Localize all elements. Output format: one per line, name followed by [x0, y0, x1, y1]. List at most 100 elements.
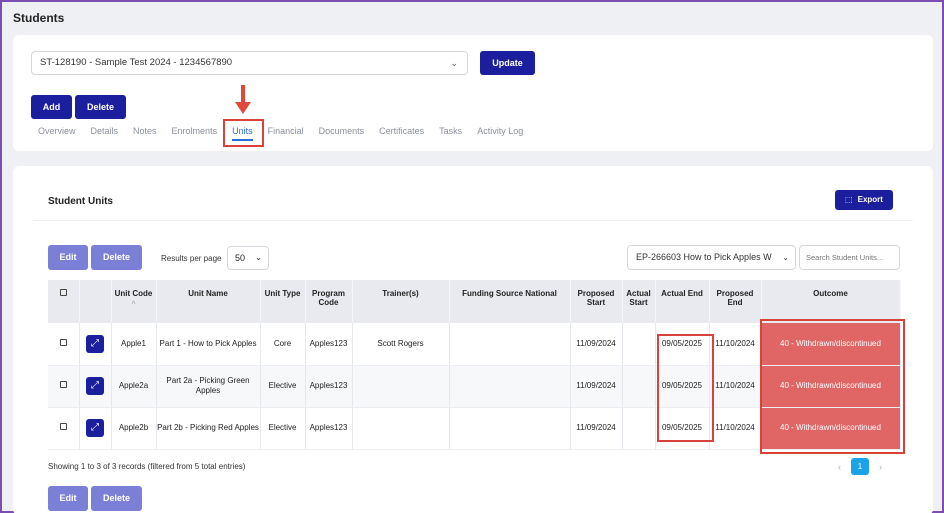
expand-cell: ⤢ — [79, 323, 112, 366]
unit-name-cell: Part 2b - Picking Red Apples — [156, 407, 261, 450]
row-checkbox[interactable] — [59, 338, 67, 346]
student-header-card: ST-128190 - Sample Test 2024 - 123456789… — [13, 35, 933, 151]
sort-icon: ^ — [131, 301, 136, 308]
program-select-value: EP-266603 How to Pick Apples W — [636, 252, 772, 262]
export-icon: ⬚ — [845, 195, 853, 204]
expand-cell: ⤢ — [79, 407, 112, 450]
unit-code-cell: Apple1 — [111, 323, 157, 366]
program-select[interactable]: EP-266603 How to Pick Apples W ⌄ — [627, 245, 796, 270]
expand-icon[interactable]: ⤢ — [86, 419, 104, 437]
row-checkbox-cell — [48, 323, 80, 366]
tab-bar: Overview Details Notes Enrolments Units … — [38, 126, 538, 141]
row-checkbox[interactable] — [59, 380, 67, 388]
tab-tasks[interactable]: Tasks — [439, 126, 462, 136]
prev-page-icon[interactable]: ‹ — [838, 462, 841, 472]
edit-button-bottom[interactable]: Edit — [48, 486, 88, 511]
add-button[interactable]: Add — [31, 95, 72, 119]
expand-header — [79, 280, 112, 323]
expand-icon[interactable]: ⤢ — [86, 334, 104, 353]
trainer-cell — [352, 407, 450, 450]
table-row: ⤢ Apple2a Part 2a - Picking Green Apples… — [48, 365, 901, 408]
tab-documents[interactable]: Documents — [319, 126, 365, 136]
column-header-label: Unit Code — [114, 289, 153, 298]
column-header[interactable]: Unit Type — [260, 280, 306, 323]
outcome-cell: 40 - Withdrawn/discontinued — [761, 365, 901, 408]
column-header[interactable]: Funding Source National — [449, 280, 571, 323]
delete-button[interactable]: Delete — [75, 95, 126, 119]
row-checkbox-cell — [48, 407, 80, 450]
section-title: Student Units — [48, 196, 113, 207]
proposed-start-cell: 11/09/2024 — [570, 323, 623, 366]
column-header[interactable]: Outcome — [761, 280, 901, 323]
funding-cell — [449, 407, 571, 450]
column-header[interactable]: Proposed End — [709, 280, 762, 323]
column-header[interactable]: Proposed Start — [570, 280, 623, 323]
actual-start-cell — [622, 323, 656, 366]
page-title: Students — [13, 11, 65, 25]
export-button[interactable]: ⬚ Export — [835, 190, 893, 210]
unit-type-cell: Core — [260, 323, 306, 366]
actual-start-cell — [622, 365, 656, 408]
column-header[interactable]: Unit Name — [156, 280, 261, 323]
pagination: ‹ 1 › — [838, 458, 882, 475]
unit-type-cell: Elective — [260, 407, 306, 450]
actual-end-cell: 09/05/2025 — [655, 407, 710, 450]
chevron-down-icon: ⌄ — [255, 253, 262, 262]
proposed-end-cell: 11/10/2024 — [709, 365, 762, 408]
funding-cell — [449, 365, 571, 408]
expand-cell: ⤢ — [79, 365, 112, 408]
results-per-page-value: 50 — [235, 253, 246, 263]
unit-name-cell: Part 1 - How to Pick Apples — [156, 323, 261, 366]
export-label: Export — [857, 195, 883, 204]
outcome-cell: 40 - Withdrawn/discontinued — [761, 407, 901, 450]
next-page-icon[interactable]: › — [879, 462, 882, 472]
tab-certificates[interactable]: Certificates — [379, 126, 424, 136]
update-button[interactable]: Update — [480, 51, 535, 75]
annotation-highlight-units-tab — [223, 119, 264, 147]
results-per-page-label: Results per page — [161, 254, 222, 263]
tab-notes[interactable]: Notes — [133, 126, 157, 136]
edit-button-top[interactable]: Edit — [48, 245, 88, 270]
tab-financial[interactable]: Financial — [268, 126, 304, 136]
unit-type-cell: Elective — [260, 365, 306, 408]
expand-icon[interactable]: ⤢ — [86, 377, 104, 395]
column-header[interactable]: Actual End — [655, 280, 710, 323]
proposed-end-cell: 11/10/2024 — [709, 407, 762, 450]
search-input[interactable] — [799, 245, 900, 270]
tab-details[interactable]: Details — [91, 126, 119, 136]
table-row: ⤢ Apple1 Part 1 - How to Pick Apples Cor… — [48, 323, 901, 366]
outcome-cell: 40 - Withdrawn/discontinued — [761, 323, 901, 366]
delete-button-top[interactable]: Delete — [91, 245, 142, 270]
proposed-end-cell: 11/10/2024 — [709, 323, 762, 366]
tab-enrolments[interactable]: Enrolments — [172, 126, 218, 136]
records-summary: Showing 1 to 3 of 3 records (filtered fr… — [48, 462, 246, 471]
funding-cell — [449, 323, 571, 366]
student-select[interactable]: ST-128190 - Sample Test 2024 - 123456789… — [31, 51, 468, 75]
column-header[interactable]: Trainer(s) — [352, 280, 450, 323]
student-select-value: ST-128190 - Sample Test 2024 - 123456789… — [40, 57, 233, 68]
actual-end-cell: 09/05/2025 — [655, 365, 710, 408]
units-table: Unit Code ^ Unit Name Unit Type Program C… — [48, 280, 901, 450]
select-all-checkbox[interactable] — [59, 289, 67, 296]
trainer-cell — [352, 365, 450, 408]
unit-name-cell: Part 2a - Picking Green Apples — [156, 365, 261, 408]
table-row: ⤢ Apple2b Part 2b - Picking Red Apples E… — [48, 407, 901, 450]
unit-code-cell: Apple2b — [111, 407, 157, 450]
tab-overview[interactable]: Overview — [38, 126, 76, 136]
column-header[interactable]: Program Code — [305, 280, 353, 323]
column-header[interactable]: Unit Code ^ — [111, 280, 157, 323]
unit-code-cell: Apple2a — [111, 365, 157, 408]
page-1-button[interactable]: 1 — [851, 458, 869, 475]
column-header[interactable]: Actual Start — [622, 280, 656, 323]
program-code-cell: Apples123 — [305, 323, 353, 366]
proposed-start-cell: 11/09/2024 — [570, 407, 623, 450]
delete-button-bottom[interactable]: Delete — [91, 486, 142, 511]
row-checkbox[interactable] — [59, 422, 67, 430]
trainer-cell: Scott Rogers — [352, 323, 450, 366]
tab-activity-log[interactable]: Activity Log — [477, 126, 523, 136]
results-per-page-select[interactable]: 50 ⌄ — [227, 246, 269, 270]
program-code-cell: Apples123 — [305, 365, 353, 408]
actual-end-cell: 09/05/2025 — [655, 323, 710, 366]
row-checkbox-cell — [48, 365, 80, 408]
select-all-header — [48, 280, 80, 323]
